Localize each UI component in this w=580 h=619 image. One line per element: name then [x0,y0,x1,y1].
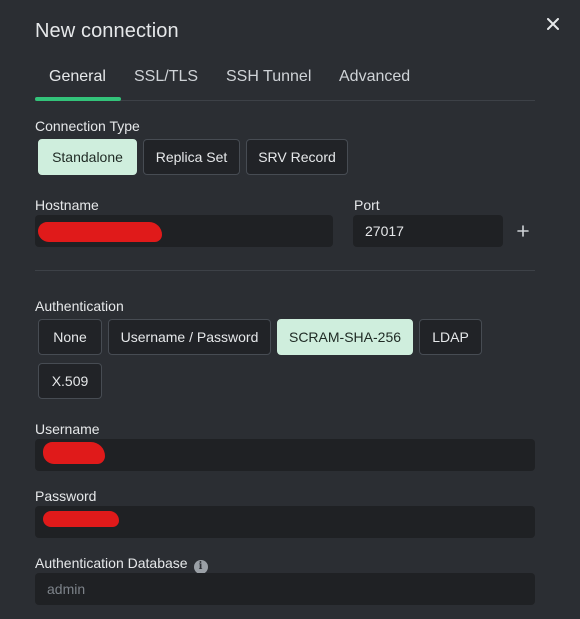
username-redaction [43,442,105,464]
tab-general[interactable]: General [49,68,106,100]
add-host-button[interactable] [514,222,532,240]
port-input[interactable]: 27017 [353,215,503,247]
auth-username-password[interactable]: Username / Password [108,319,271,355]
dialog-title: New connection [35,20,179,42]
hostname-redaction [38,222,162,242]
connection-type-replica-set[interactable]: Replica Set [143,139,240,175]
tab-advanced[interactable]: Advanced [339,68,410,100]
auth-database-label-text: Authentication Database [35,555,188,571]
hostname-label: Hostname [35,197,99,213]
auth-ldap[interactable]: LDAP [419,319,482,355]
connection-type-srv-record[interactable]: SRV Record [246,139,348,175]
password-label: Password [35,488,97,504]
auth-database-input[interactable]: admin [35,573,535,605]
tab-ssl-tls[interactable]: SSL/TLS [134,68,198,100]
auth-scram-sha-256[interactable]: SCRAM-SHA-256 [277,319,413,355]
info-icon[interactable]: i [193,559,208,574]
connection-type-standalone[interactable]: Standalone [38,139,137,175]
password-redaction [43,511,119,527]
authentication-label: Authentication [35,298,124,314]
username-label: Username [35,421,100,437]
close-icon [547,18,559,30]
tab-ssh-tunnel[interactable]: SSH Tunnel [226,68,311,100]
connection-type-label: Connection Type [35,118,140,134]
auth-none[interactable]: None [38,319,102,355]
active-tab-indicator [35,97,121,101]
section-divider [35,270,535,271]
tab-bar: General SSL/TLS SSH Tunnel Advanced [35,62,535,101]
close-button[interactable] [543,14,563,34]
new-connection-dialog: New connection General SSL/TLS SSH Tunne… [0,0,580,619]
username-input[interactable] [35,439,535,471]
plus-icon [517,225,529,237]
auth-database-label: Authentication Database i [35,555,208,574]
port-label: Port [354,197,380,213]
auth-x509[interactable]: X.509 [38,363,102,399]
